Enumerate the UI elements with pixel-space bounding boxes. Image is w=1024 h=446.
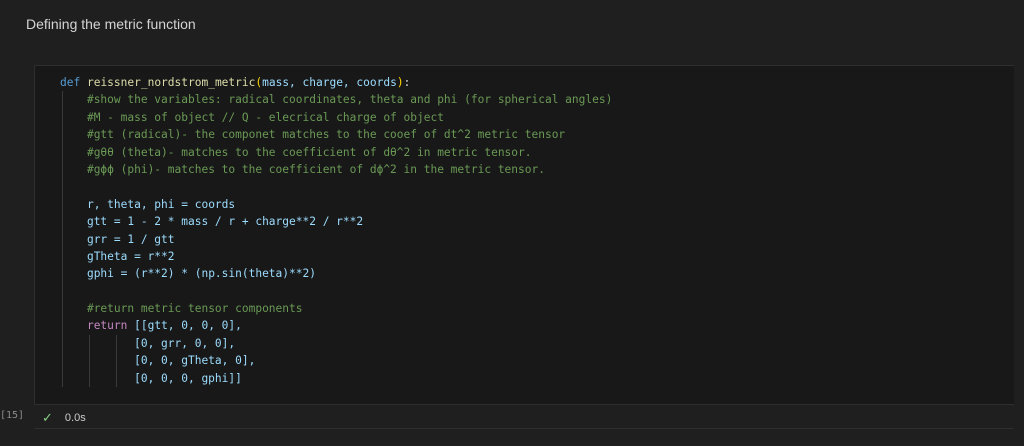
code-statement: grr = 1 / gtt <box>86 232 175 246</box>
code-line: #gtt (radical)- the componet matches to … <box>60 126 612 144</box>
markdown-heading: Defining the metric function <box>26 16 196 32</box>
code-statement: gtt = 1 - 2 * mass / r + charge**2 / r**… <box>86 215 364 229</box>
code-editor[interactable]: def reissner_nordstrom_metric(mass, char… <box>60 74 613 388</box>
cell-status: ✓ 0.0s <box>42 410 86 426</box>
return-keyword: return <box>86 319 128 333</box>
execution-duration: 0.0s <box>64 412 86 424</box>
code-line: r, theta, phi = coords <box>60 195 612 214</box>
code-statement: r, theta, phi = coords <box>86 197 236 211</box>
matrix-row: [0, grr, 0, 0], <box>134 336 236 350</box>
code-comment: #return metric tensor components <box>86 302 303 316</box>
code-line: #gθθ (theta)- matches to the coefficient… <box>60 143 612 161</box>
matrix-row: [[gtt, 0, 0, 0], <box>134 319 242 333</box>
code-comment: #gtt (radical)- the componet matches to … <box>86 128 566 142</box>
matrix-row: [0, 0, 0, gphi]] <box>134 371 242 385</box>
def-keyword: def <box>60 76 81 89</box>
code-line: [0, 0, gTheta, 0], <box>60 352 612 370</box>
output-divider <box>34 428 1014 429</box>
code-line-blank <box>60 282 612 301</box>
code-line: #return metric tensor components <box>60 300 612 318</box>
code-line: def reissner_nordstrom_metric(mass, char… <box>60 76 411 89</box>
code-line: gTheta = r**2 <box>60 247 612 266</box>
code-line: return [[gtt, 0, 0, 0], <box>60 317 612 335</box>
code-line: [0, grr, 0, 0], <box>60 334 612 353</box>
check-icon: ✓ <box>42 410 53 425</box>
code-statement: gphi = (r**2) * (np.sin(theta)**2) <box>86 267 316 281</box>
code-cell[interactable]: def reissner_nordstrom_metric(mass, char… <box>34 65 1014 405</box>
code-line: grr = 1 / gtt <box>60 230 612 248</box>
code-comment: #M - mass of object // Q - elecrical cha… <box>86 110 444 124</box>
matrix-row: [0, 0, gTheta, 0], <box>134 354 256 368</box>
code-line: [0, 0, 0, gphi]] <box>60 369 612 388</box>
code-line: #show the variables: radical coordinates… <box>60 91 613 109</box>
code-comment: #show the variables: radical coordinates… <box>86 93 613 107</box>
code-comment: #gθθ (theta)- matches to the coefficient… <box>86 145 532 159</box>
code-line-blank <box>60 178 612 196</box>
markdown-cell[interactable]: Defining the metric function <box>0 0 1024 50</box>
code-comment: #gϕϕ (phi)- matches to the coefficient o… <box>86 162 545 176</box>
execution-count: [15] <box>0 410 25 421</box>
code-statement: gTheta = r**2 <box>86 249 175 263</box>
code-line: gtt = 1 - 2 * mass / r + charge**2 / r**… <box>60 213 612 231</box>
code-line: gphi = (r**2) * (np.sin(theta)**2) <box>60 265 612 283</box>
function-params: mass, charge, coords <box>262 76 397 89</box>
code-line: #gϕϕ (phi)- matches to the coefficient o… <box>60 160 612 179</box>
function-name: reissner_nordstrom_metric <box>86 76 256 89</box>
code-line: #M - mass of object // Q - elecrical cha… <box>60 108 612 127</box>
